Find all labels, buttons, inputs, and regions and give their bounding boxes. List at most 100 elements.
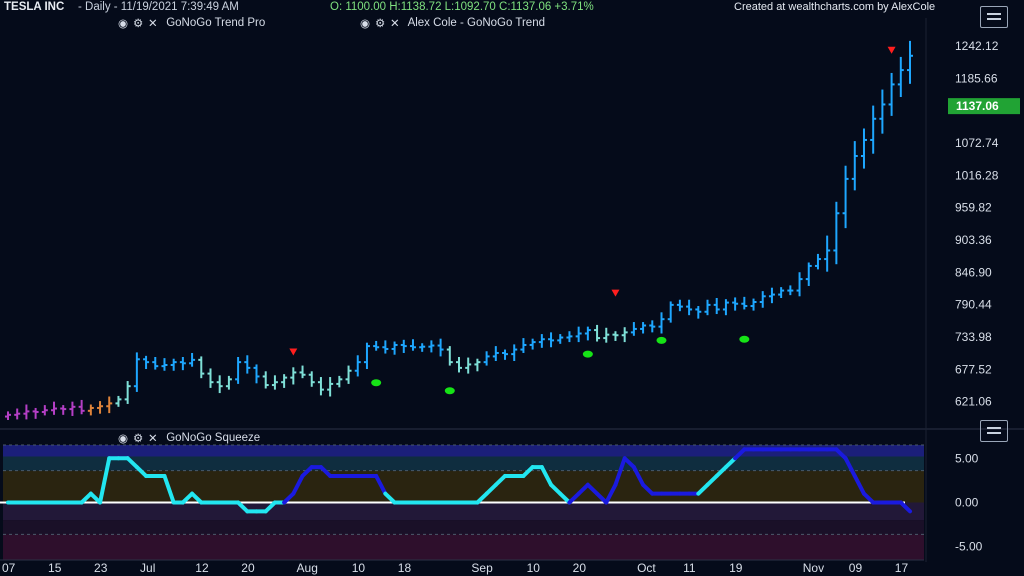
price-bar	[32, 407, 39, 419]
price-bar	[271, 375, 278, 390]
x-tick-label: Sep	[471, 561, 493, 575]
price-bar	[363, 342, 370, 370]
price-tick-label: 1242.12	[955, 39, 999, 53]
price-bar	[97, 401, 104, 414]
price-bar	[161, 358, 168, 371]
gear-icon[interactable]: ⚙	[133, 16, 145, 30]
close-icon[interactable]: ✕	[148, 16, 160, 30]
ohlc-readout: O: 1100.00 H:1138.72 L:1092.70 C:1137.06…	[330, 1, 594, 13]
price-bar	[106, 396, 113, 414]
x-tick-label: 11	[683, 561, 696, 575]
x-tick-label: Jul	[140, 561, 155, 575]
price-bar	[732, 297, 739, 311]
price-bar	[152, 356, 159, 370]
x-tick-label: 15	[48, 561, 62, 575]
price-bar	[741, 296, 748, 310]
price-bar	[676, 299, 683, 312]
price-chart[interactable]: 1242.12 1185.66 1072.74 1016.28 959.82 903.36…	[0, 0, 1024, 576]
price-bar	[640, 322, 647, 334]
price-bar	[456, 356, 462, 373]
price-bar	[649, 320, 656, 333]
eye-icon[interactable]: ◉	[118, 431, 130, 445]
main-menu-button[interactable]	[980, 6, 1008, 28]
x-tick-label: 10	[527, 561, 541, 575]
price-bar	[630, 322, 637, 336]
price-bar	[179, 356, 186, 371]
price-bar	[584, 326, 591, 341]
gear-icon[interactable]: ⚙	[375, 16, 387, 30]
price-bar	[235, 356, 242, 384]
price-tick-label: 1072.74	[955, 136, 999, 150]
price-bar	[888, 72, 895, 116]
price-bar	[695, 306, 702, 319]
price-bar	[483, 351, 490, 366]
pane-menu-button[interactable]	[980, 420, 1008, 442]
price-tick-label: 621.06	[955, 395, 992, 409]
price-bar	[69, 401, 76, 416]
x-tick-label: 12	[195, 561, 209, 575]
x-tick-label: 23	[94, 561, 108, 575]
study-gonogo-trend-pro[interactable]: ◉ ⚙ ✕ GoNoGo Trend Pro	[118, 16, 265, 32]
price-bar	[713, 298, 720, 315]
price-bar	[842, 165, 849, 229]
gear-icon[interactable]: ⚙	[133, 431, 145, 445]
price-bar	[299, 365, 306, 379]
squeeze-tick-label: 5.00	[955, 451, 979, 465]
price-bar	[446, 346, 453, 366]
x-tick-label: 10	[352, 561, 366, 575]
x-tick-label: Oct	[637, 561, 656, 575]
x-tick-label: 17	[895, 561, 909, 575]
price-bar	[253, 364, 260, 384]
squeeze-band	[3, 534, 924, 560]
price-bar	[750, 298, 757, 311]
close-icon[interactable]: ✕	[148, 431, 160, 445]
price-bar	[824, 235, 831, 272]
price-bar	[170, 358, 177, 371]
x-tick-label: 07	[2, 561, 16, 575]
price-bar	[787, 285, 794, 296]
price-bar	[78, 399, 85, 415]
reversal-arrow	[289, 348, 298, 356]
price-bar	[391, 341, 398, 355]
price-bar	[124, 381, 131, 404]
price-bar	[575, 326, 582, 343]
price-bar	[474, 358, 481, 372]
price-bar	[51, 401, 58, 415]
price-tick-label: 1016.28	[955, 168, 999, 182]
squeeze-band	[3, 520, 924, 535]
price-bar	[796, 272, 803, 297]
price-bar	[870, 105, 877, 154]
price-tick-label: 790.44	[955, 298, 992, 312]
reentry-dot	[739, 335, 750, 343]
price-bar	[133, 352, 140, 392]
price-bar	[5, 411, 11, 420]
price-bar	[317, 377, 324, 396]
study-label: GoNoGo Trend Pro	[166, 17, 266, 29]
eye-icon[interactable]: ◉	[118, 16, 130, 30]
study-gonogo-squeeze[interactable]: ◉ ⚙ ✕ GoNoGo Squeeze	[118, 431, 260, 447]
price-bar	[907, 40, 913, 84]
price-bar	[382, 340, 389, 354]
squeeze-tick-label: -5.00	[955, 540, 983, 554]
price-bar	[759, 291, 766, 308]
x-tick-label: 20	[241, 561, 255, 575]
price-bar	[851, 141, 858, 191]
reentry-dot	[656, 336, 667, 344]
study-alex-cole-gonogo[interactable]: ◉ ⚙ ✕ Alex Cole - GoNoGo Trend	[360, 16, 545, 32]
study-label: Alex Cole - GoNoGo Trend	[407, 17, 545, 29]
price-bar	[704, 299, 711, 316]
price-bar	[879, 89, 886, 134]
credit-text: Created at wealthcharts.com by AlexCole	[734, 1, 936, 13]
reversal-arrow	[887, 46, 896, 54]
eye-icon[interactable]: ◉	[360, 16, 372, 30]
price-bar	[860, 128, 867, 169]
price-bar	[502, 349, 509, 360]
price-bar	[189, 352, 196, 367]
reentry-dot	[582, 350, 593, 358]
price-bar	[262, 371, 269, 389]
price-bar	[41, 405, 48, 416]
close-icon[interactable]: ✕	[390, 16, 402, 30]
price-tick-label: 959.82	[955, 201, 992, 215]
price-bar	[244, 355, 251, 374]
price-bar	[281, 374, 288, 388]
